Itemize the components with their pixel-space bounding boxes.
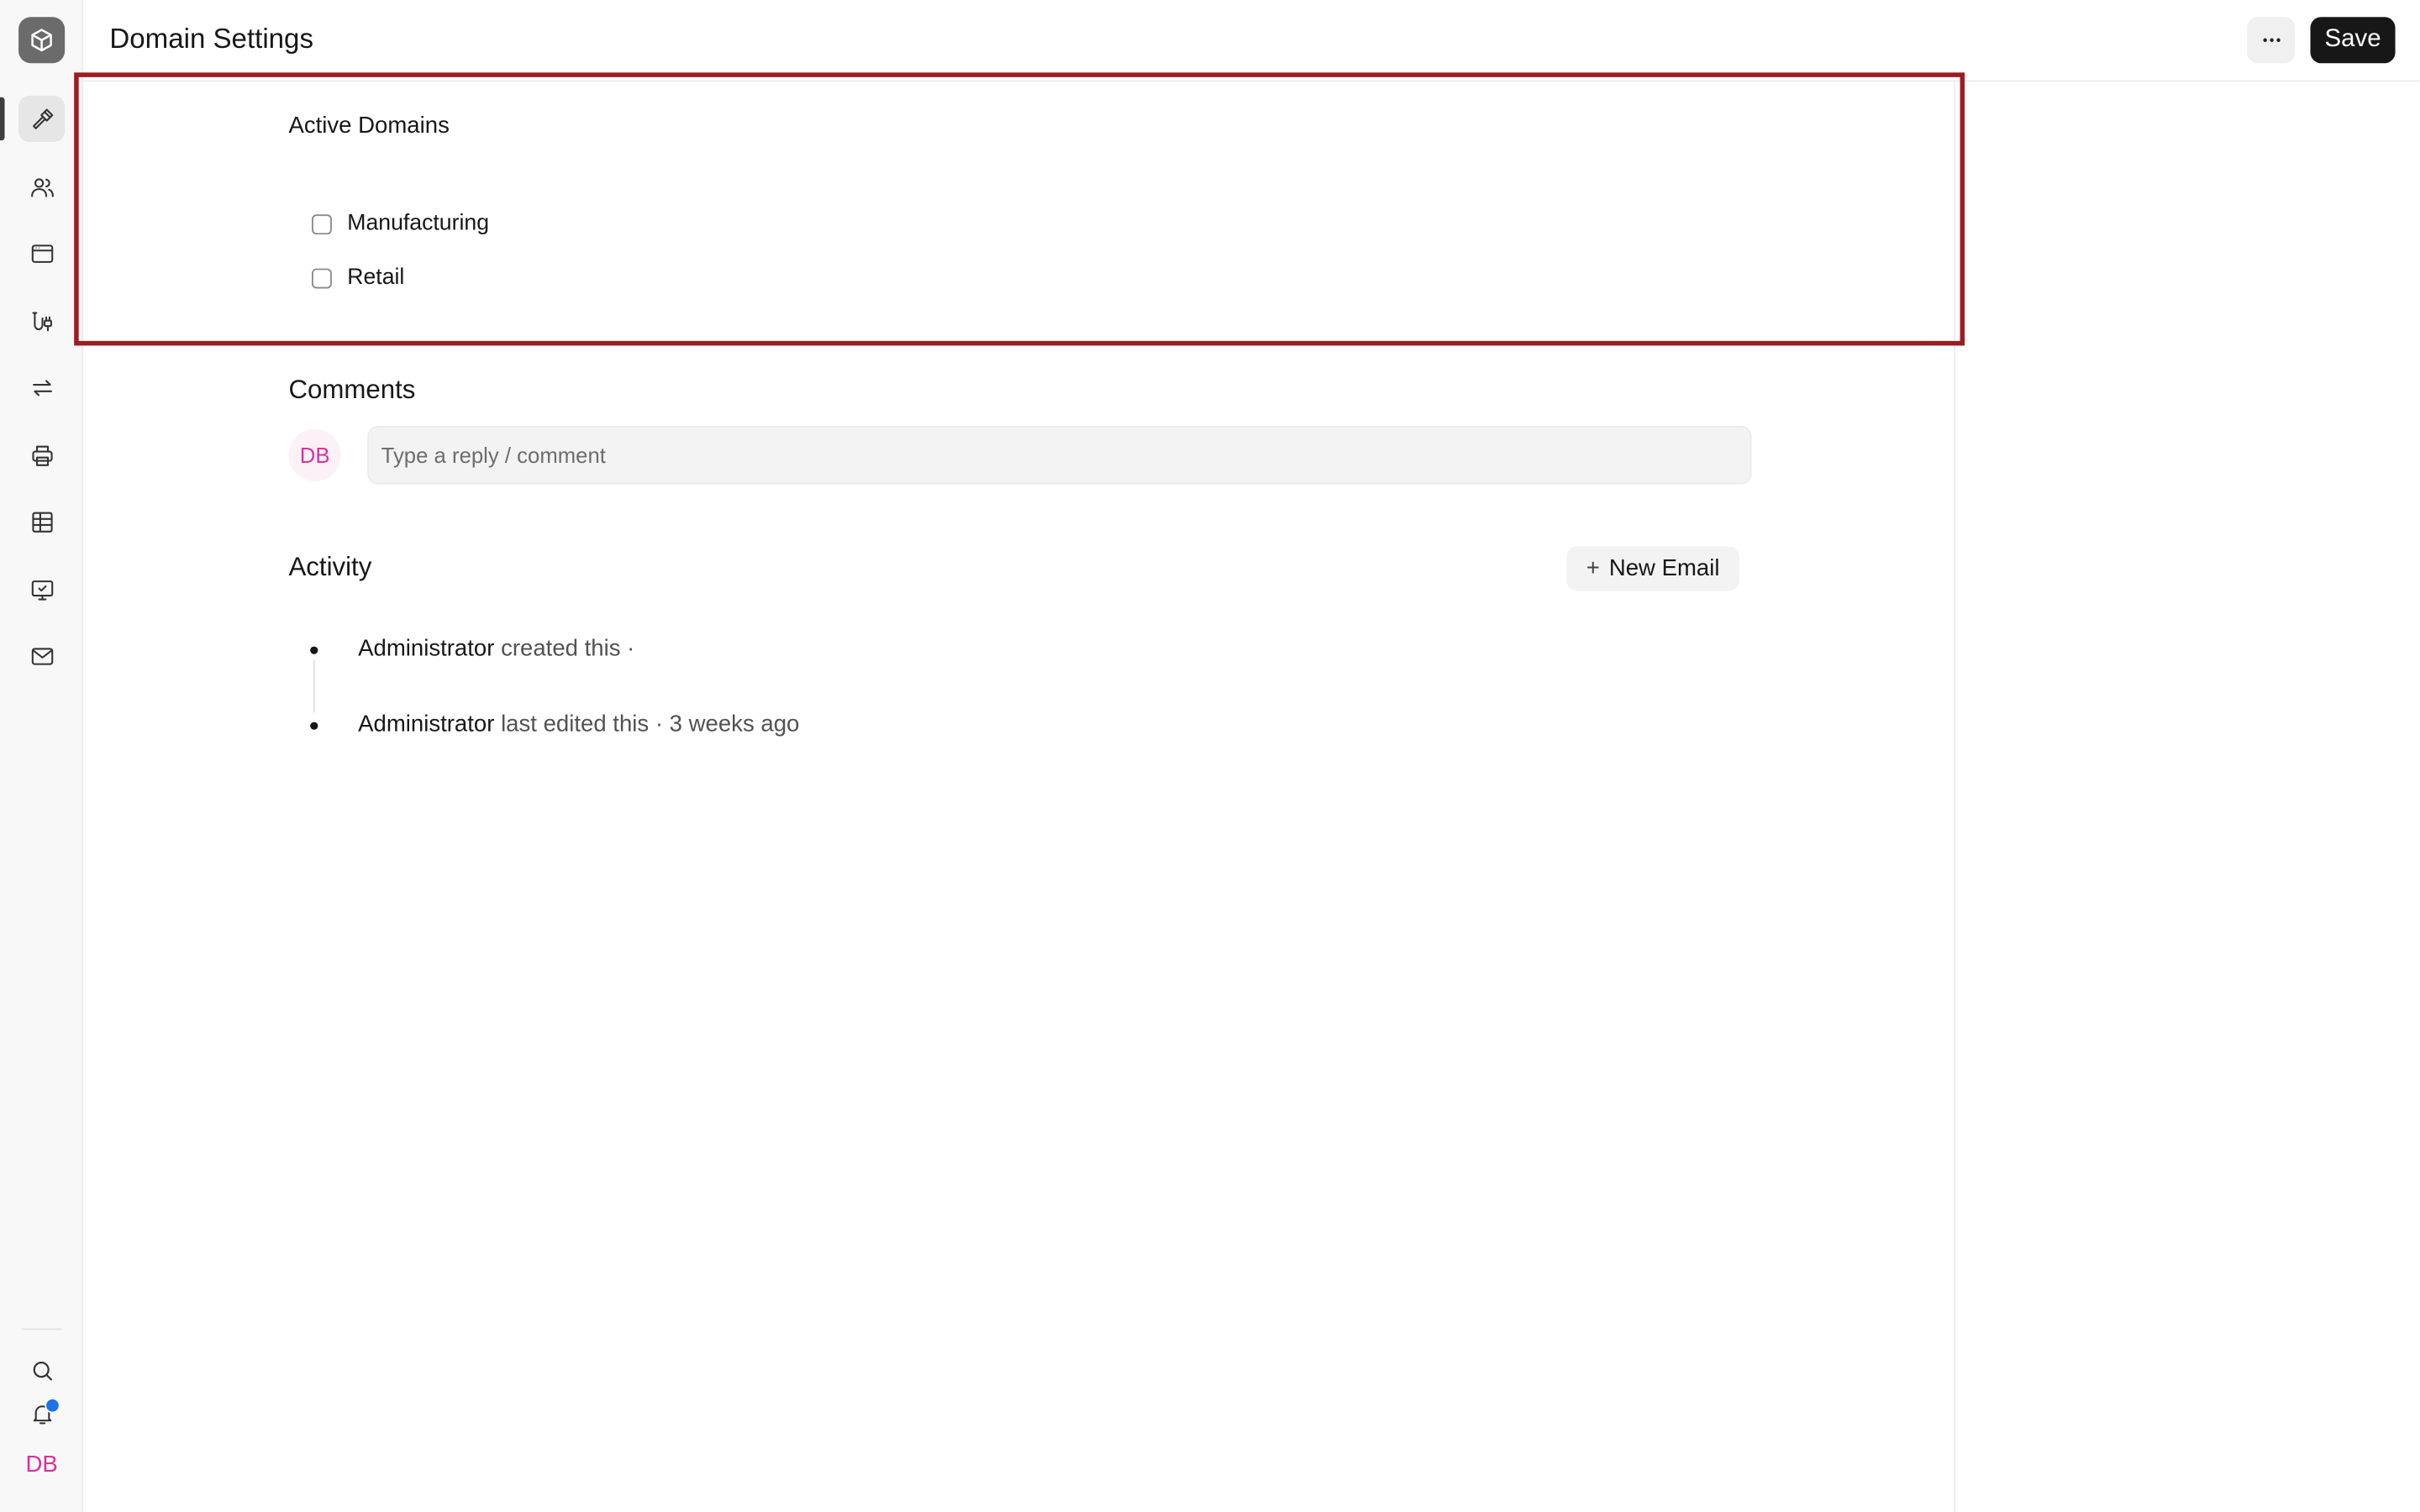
- sidebar-item-data[interactable]: [18, 498, 65, 544]
- page-title: Domain Settings: [109, 23, 313, 55]
- timeline-dot: [310, 646, 318, 654]
- comment-avatar: DB: [288, 428, 341, 482]
- timeline-line: [313, 660, 315, 713]
- activity-action: last edited this · 3 weeks ago: [501, 711, 800, 738]
- browser-window-icon: [30, 244, 53, 263]
- activity-title: Activity: [288, 552, 372, 582]
- page-header: Domain Settings Save: [83, 0, 2420, 82]
- comments-title: Comments: [288, 375, 416, 405]
- hammer-icon: [32, 108, 53, 129]
- sidebar-item-integrations[interactable]: [18, 297, 65, 344]
- highlight-box: [74, 72, 1965, 346]
- app-logo[interactable]: [18, 17, 66, 64]
- sidebar-item-website[interactable]: [18, 230, 65, 276]
- sidebar-item-automation[interactable]: [18, 364, 65, 410]
- notification-badge: [45, 1398, 60, 1414]
- active-nav-indicator: [0, 97, 5, 141]
- table-icon: [31, 511, 52, 532]
- new-email-label: New Email: [1608, 555, 1720, 582]
- monitor-check-icon: [30, 580, 53, 600]
- sidebar-notifications-button[interactable]: [18, 1390, 65, 1436]
- timeline-dot: [310, 722, 318, 730]
- integration-icon: [31, 311, 52, 331]
- cube-icon: [31, 29, 52, 52]
- more-actions-button[interactable]: [2247, 17, 2296, 64]
- sidebar: DB: [0, 0, 84, 1512]
- sidebar-item-users[interactable]: [18, 164, 65, 210]
- sidebar-item-system[interactable]: [18, 566, 65, 612]
- printer-icon: [31, 444, 52, 465]
- activity-actor[interactable]: Administrator: [358, 711, 494, 738]
- sidebar-item-email[interactable]: [18, 633, 65, 679]
- plus-icon: +: [1586, 555, 1600, 582]
- search-icon: [32, 1361, 52, 1380]
- user-avatar[interactable]: DB: [13, 1452, 71, 1478]
- activity-actor[interactable]: Administrator: [358, 636, 494, 662]
- sidebar-divider: [21, 1328, 62, 1331]
- activity-action: created this ·: [501, 635, 635, 662]
- repeat-arrows-icon: [32, 379, 52, 396]
- comment-input[interactable]: [367, 425, 1752, 485]
- ellipsis-icon: [2262, 38, 2280, 42]
- save-button[interactable]: Save: [2310, 17, 2396, 64]
- app-window: DB Domain Settings Save Active Domains M…: [0, 0, 2420, 1512]
- mail-icon: [30, 647, 53, 664]
- sidebar-search-button[interactable]: [18, 1347, 65, 1393]
- sidebar-item-printing[interactable]: [18, 432, 65, 478]
- sidebar-item-build[interactable]: [18, 95, 66, 142]
- users-icon: [30, 177, 53, 197]
- activity-item: Administrator created this ·: [358, 636, 634, 662]
- activity-item: Administrator last edited this · 3 weeks…: [358, 711, 799, 738]
- new-email-button[interactable]: + New Email: [1566, 546, 1739, 591]
